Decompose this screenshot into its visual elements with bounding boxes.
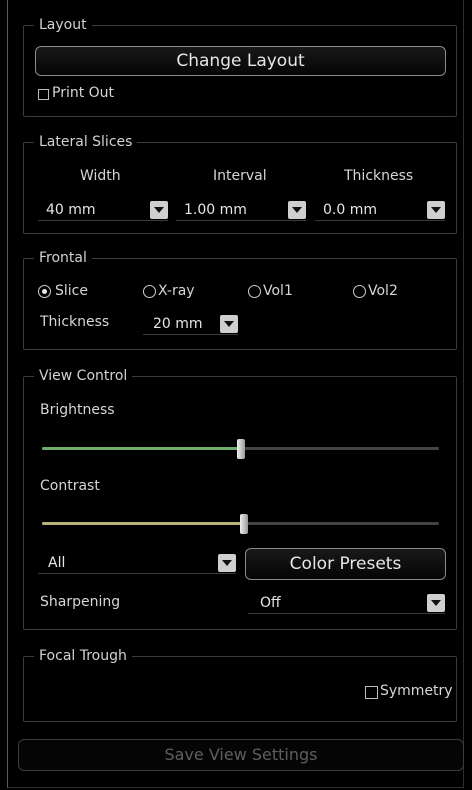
interval-label: Interval: [213, 168, 267, 184]
xray-radio[interactable]: [143, 285, 156, 298]
sharpening-value: Off: [260, 595, 281, 611]
brightness-thumb[interactable]: [237, 439, 245, 459]
chevron-down-icon[interactable]: [427, 594, 445, 612]
sharpening-dropdown[interactable]: Off: [248, 592, 445, 614]
color-presets-button[interactable]: Color Presets: [245, 548, 446, 580]
contrast-label: Contrast: [40, 478, 100, 494]
thickness-label: Thickness: [344, 168, 414, 184]
symmetry-checkbox[interactable]: [365, 686, 378, 699]
lateral-slices-legend: Lateral Slices: [34, 134, 138, 150]
chevron-down-icon[interactable]: [427, 201, 445, 219]
interval-value: 1.00 mm: [184, 202, 247, 218]
chevron-down-icon[interactable]: [220, 315, 238, 333]
layout-legend: Layout: [34, 17, 92, 33]
vol2-label: Vol2: [368, 283, 398, 299]
thickness-dropdown[interactable]: 0.0 mm: [315, 199, 445, 221]
width-label: Width: [80, 168, 121, 184]
channel-dropdown[interactable]: All: [38, 552, 236, 574]
chevron-down-icon[interactable]: [218, 554, 236, 572]
xray-label: X-ray: [158, 283, 195, 299]
vol1-label: Vol1: [263, 283, 293, 299]
slice-label: Slice: [55, 283, 88, 299]
save-view-settings-button[interactable]: Save View Settings: [18, 739, 464, 771]
width-value: 40 mm: [46, 202, 96, 218]
frontal-thickness-dropdown[interactable]: 20 mm: [143, 313, 238, 335]
slice-radio[interactable]: [38, 285, 51, 298]
frontal-thickness-value: 20 mm: [153, 316, 203, 332]
brightness-label: Brightness: [40, 402, 115, 418]
channel-value: All: [48, 555, 66, 571]
chevron-down-icon[interactable]: [288, 201, 306, 219]
brightness-fill: [42, 447, 241, 450]
width-dropdown[interactable]: 40 mm: [38, 199, 168, 221]
symmetry-label: Symmetry: [380, 683, 453, 699]
view-control-legend: View Control: [34, 368, 133, 384]
vol2-radio[interactable]: [353, 285, 366, 298]
chevron-down-icon[interactable]: [150, 201, 168, 219]
thickness-value: 0.0 mm: [323, 202, 377, 218]
frontal-thickness-label: Thickness: [40, 314, 110, 330]
vol1-radio[interactable]: [248, 285, 261, 298]
contrast-fill: [42, 522, 244, 525]
change-layout-button[interactable]: Change Layout: [35, 46, 446, 76]
frontal-group: Frontal: [23, 250, 457, 350]
interval-dropdown[interactable]: 1.00 mm: [176, 199, 306, 221]
print-out-label: Print Out: [52, 85, 115, 101]
brightness-slider[interactable]: [42, 439, 439, 459]
contrast-thumb[interactable]: [240, 514, 248, 534]
frontal-legend: Frontal: [34, 250, 92, 266]
sharpening-label: Sharpening: [40, 594, 121, 610]
contrast-slider[interactable]: [42, 514, 439, 534]
print-out-checkbox[interactable]: [38, 89, 49, 100]
focal-trough-legend: Focal Trough: [34, 648, 132, 664]
